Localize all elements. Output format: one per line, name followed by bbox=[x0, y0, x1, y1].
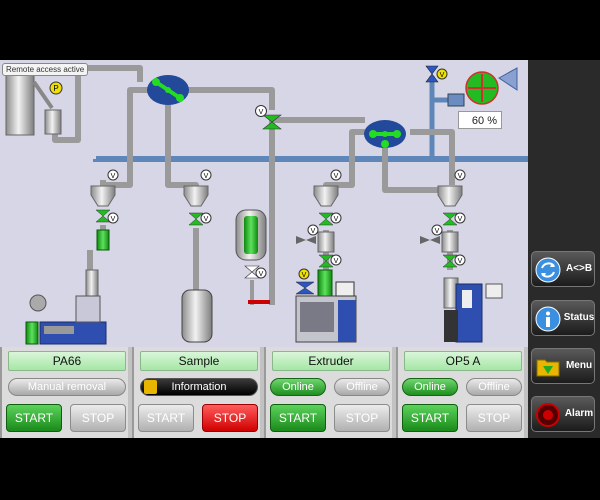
status-button[interactable]: Status bbox=[531, 300, 595, 336]
start-button[interactable]: START bbox=[6, 404, 62, 432]
sidebar: A<>B Status Menu Alarm bbox=[528, 60, 600, 438]
raw-material-silo: P bbox=[5, 69, 63, 136]
info-card-icon bbox=[144, 380, 157, 394]
valve-label: V bbox=[458, 258, 463, 265]
stop-button[interactable]: STOP bbox=[202, 404, 258, 432]
unit-name: OP5 A bbox=[404, 351, 522, 371]
information-button[interactable]: Information bbox=[140, 378, 258, 396]
valve-label: V bbox=[334, 258, 339, 265]
unit-name: PA66 bbox=[8, 351, 126, 371]
valve-label: V bbox=[302, 272, 307, 279]
swap-a-b-label: A<>B bbox=[565, 263, 593, 274]
stop-button[interactable]: STOP bbox=[334, 404, 390, 432]
start-button[interactable]: START bbox=[270, 404, 326, 432]
unit-control-panel: PA66 Manual removal START STOP Sample In… bbox=[0, 347, 528, 438]
menu-button[interactable]: Menu bbox=[531, 348, 595, 384]
folder-icon bbox=[536, 359, 560, 377]
stop-button[interactable]: STOP bbox=[70, 404, 126, 432]
three-way-valve[interactable]: V bbox=[255, 105, 282, 130]
online-button[interactable]: Online bbox=[402, 378, 458, 396]
fan-valve[interactable]: V bbox=[425, 65, 448, 83]
fan[interactable] bbox=[447, 67, 518, 107]
status-label: Status bbox=[563, 312, 595, 323]
fan-output-percent[interactable]: 60 % bbox=[458, 111, 502, 129]
unit-pa66: PA66 Manual removal START STOP bbox=[0, 347, 128, 438]
valve-label: V bbox=[259, 271, 264, 278]
valve-label: V bbox=[111, 173, 116, 180]
start-button[interactable]: START bbox=[138, 404, 194, 432]
manual-removal-button[interactable]: Manual removal bbox=[8, 378, 126, 396]
valve-label: V bbox=[435, 228, 440, 235]
online-button[interactable]: Online bbox=[270, 378, 326, 396]
valve-label: V bbox=[334, 216, 339, 223]
alarm-beacon-icon bbox=[536, 403, 560, 427]
unit-name: Sample bbox=[140, 351, 258, 371]
process-diagram: P V V V V V V V V V V V V V V V V Remote… bbox=[0, 60, 528, 347]
unit-op5a: OP5 A Online Offline START STOP bbox=[396, 347, 524, 438]
extruder-machine: V bbox=[295, 268, 357, 343]
offline-button[interactable]: Offline bbox=[466, 378, 522, 396]
valve-label: V bbox=[204, 173, 209, 180]
distribution-switch-left[interactable] bbox=[147, 75, 189, 105]
valve-label: V bbox=[311, 228, 316, 235]
pa66-machine bbox=[25, 269, 107, 345]
swap-a-b-button[interactable]: A<>B bbox=[531, 251, 595, 287]
swap-arrows-icon bbox=[535, 257, 561, 283]
op5a-machine bbox=[443, 277, 503, 343]
offline-button[interactable]: Offline bbox=[334, 378, 390, 396]
receiver-op5a: V V V V bbox=[420, 169, 466, 268]
unit-name: Extruder bbox=[272, 351, 390, 371]
hmi-screen: P V V V V V V V V V V V V V V V V Remote… bbox=[0, 60, 600, 438]
receiver-sample: V V bbox=[183, 169, 212, 226]
alarm-button[interactable]: Alarm bbox=[531, 396, 595, 432]
valve-label: V bbox=[458, 173, 463, 180]
valve-label: V bbox=[440, 72, 445, 79]
valve-label: V bbox=[458, 216, 463, 223]
sample-container bbox=[181, 289, 213, 343]
valve-label: V bbox=[111, 216, 116, 223]
remote-access-indicator: Remote access active bbox=[2, 63, 89, 76]
unit-extruder: Extruder Online Offline START STOP bbox=[264, 347, 392, 438]
valve-label: V bbox=[204, 216, 209, 223]
unit-sample: Sample Information START STOP bbox=[132, 347, 260, 438]
valve-label: V bbox=[259, 109, 264, 116]
pump-label: P bbox=[53, 84, 58, 93]
valve-label: V bbox=[334, 173, 339, 180]
alarm-label: Alarm bbox=[564, 408, 594, 419]
start-button[interactable]: START bbox=[402, 404, 458, 432]
menu-label: Menu bbox=[565, 360, 593, 371]
info-icon bbox=[535, 306, 561, 332]
distribution-switch-right[interactable] bbox=[364, 120, 406, 148]
storage-tank: V bbox=[235, 209, 270, 305]
information-label: Information bbox=[171, 381, 227, 393]
process-schematic: P V V V V V V V V V V V V V V V V bbox=[5, 65, 528, 345]
stop-button[interactable]: STOP bbox=[466, 404, 522, 432]
